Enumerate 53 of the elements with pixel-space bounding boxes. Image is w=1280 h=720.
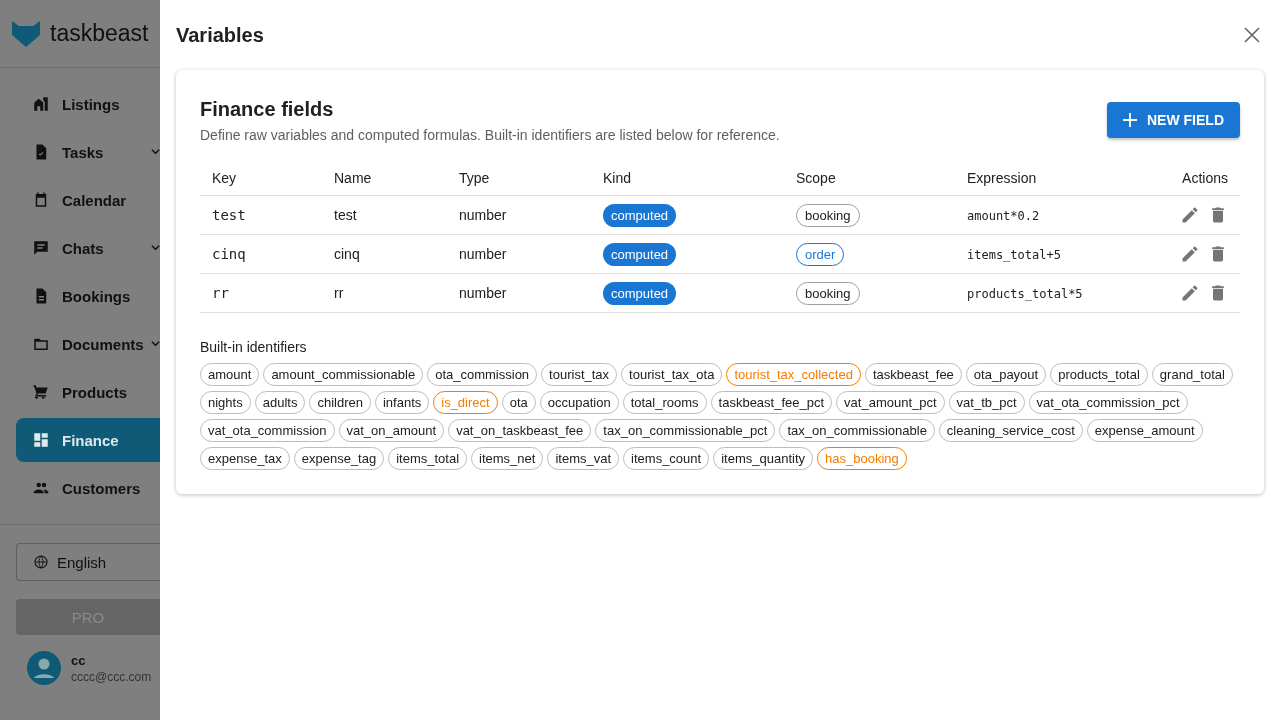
brand-name: taskbeast [50,20,149,47]
close-icon[interactable] [1244,27,1260,43]
column-header: Type [447,161,591,196]
avatar-icon [27,651,61,685]
nav-item[interactable]: Finance [16,418,160,462]
name-cell: rr [334,285,344,301]
name-cell: test [334,207,357,223]
type-cell: number [459,285,507,301]
expression-cell: products_total*5 [967,287,1083,301]
column-header: Expression [955,161,1137,196]
nav-item[interactable]: Documents [16,322,160,366]
language-select[interactable]: English [16,543,160,581]
builtin-title: Built-in identifiers [200,339,308,355]
card-description: Define raw variables and computed formulas. Built-in identifiers are listed below for reference. [200,127,780,143]
expression-cell: items_total+5 [967,248,1061,262]
type-cell: number [459,246,507,262]
column-header: Key [200,161,322,196]
column-header: Name [322,161,447,196]
column-header: Actions [1136,161,1240,196]
globe-icon [33,554,49,570]
name-cell: cinq [334,246,360,262]
key-cell: cinq [212,246,246,262]
column-header: Scope [784,161,955,196]
nav-item[interactable]: Tasks [16,130,160,174]
nav-item-icon [32,431,50,449]
user-name: cc [71,652,87,668]
nav-item-icon [32,383,50,401]
edit-icon[interactable] [1180,205,1200,225]
user-email: cccc@ccc.com [71,669,152,684]
type-cell: number [459,207,507,223]
key-cell: rr [212,285,229,301]
edit-icon[interactable] [1180,244,1200,264]
new-field-button[interactable]: NEW FIELD [1107,102,1240,138]
nav-item-icon [32,239,50,257]
nav-item[interactable]: Listings [16,82,160,126]
nav-item[interactable]: Chats [16,226,160,270]
nav-item[interactable]: Bookings [16,274,160,318]
plus-icon [1123,113,1137,127]
expression-cell: amount*0.2 [967,209,1040,223]
edit-icon[interactable] [1180,283,1200,303]
kind-chip: computed [603,281,677,305]
nav-item[interactable]: Customers [16,466,160,510]
column-header: Kind [591,161,784,196]
fox-logo-icon [12,20,40,47]
kind-chip: computed [603,203,677,227]
identifier-chip: grand_total [1151,363,1233,386]
kind-chip: computed [603,242,677,266]
dialog-title: Variables [176,23,264,47]
nav-item[interactable]: Calendar [16,178,160,222]
nav-item[interactable]: Products [16,370,160,414]
nav-item-icon [32,95,50,113]
key-cell: test [212,207,246,223]
card-title: Finance fields [200,98,335,121]
